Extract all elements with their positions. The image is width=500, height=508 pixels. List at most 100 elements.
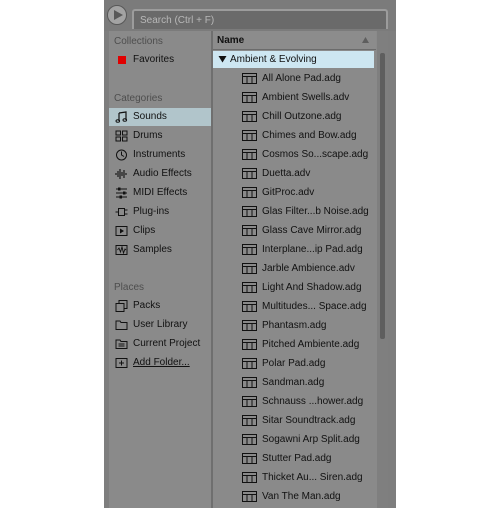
file-row[interactable]: Duetta.adv <box>213 164 376 183</box>
file-label: Chimes and Bow.adg <box>262 130 357 141</box>
sidebar-item-clips[interactable]: Clips <box>109 222 211 240</box>
file-label: Sogawni Arp Split.adg <box>262 434 360 445</box>
music-note-icon <box>115 111 128 123</box>
search-box[interactable] <box>132 9 388 29</box>
file-row[interactable]: Sitar Soundtrack.adg <box>213 411 376 430</box>
file-row[interactable]: Jarble Ambience.adv <box>213 259 376 278</box>
sidebar-item-audio-effects[interactable]: Audio Effects <box>109 165 211 183</box>
clip-icon <box>115 226 128 236</box>
file-label: Cosmos So...scape.adg <box>262 149 369 160</box>
folder-label: Ambient & Evolving <box>230 54 317 65</box>
sidebar-item-label: Samples <box>133 244 172 255</box>
file-row[interactable]: Pitched Ambiente.adg <box>213 335 376 354</box>
file-label: Light And Shadow.adg <box>262 282 362 293</box>
file-row[interactable]: Ambient Swells.adv <box>213 88 376 107</box>
sidebar-item-current-project[interactable]: Current Project <box>109 335 211 353</box>
sidebar-item-sounds[interactable]: Sounds <box>109 108 211 126</box>
sidebar-item-label: User Library <box>133 319 188 330</box>
file-row[interactable]: All Alone Pad.adg <box>213 69 376 88</box>
sidebar-item-label: MIDI Effects <box>133 187 188 198</box>
sidebar-item-label: Add Folder... <box>133 357 190 368</box>
file-label: Chill Outzone.adg <box>262 111 342 122</box>
collections-heading: Collections <box>114 36 163 47</box>
places-heading: Places <box>114 282 145 293</box>
sidebar-item-drums[interactable]: Drums <box>109 127 211 145</box>
file-row[interactable]: Van The Man.adg <box>213 487 376 506</box>
sidebar-item-packs[interactable]: Packs <box>109 297 211 315</box>
sidebar-item-add-folder[interactable]: Add Folder... <box>109 354 211 372</box>
preset-file-icon <box>242 111 257 122</box>
folder-icon <box>115 320 128 330</box>
favorites-color-tag-icon <box>118 56 126 64</box>
file-label: Van The Man.adg <box>262 491 341 502</box>
preset-file-icon <box>242 225 257 236</box>
column-header-label: Name <box>217 35 245 46</box>
file-row[interactable]: Chill Outzone.adg <box>213 107 376 126</box>
sidebar-item-label: Audio Effects <box>133 168 192 179</box>
preset-file-icon <box>242 92 257 103</box>
file-label: Multitudes... Space.adg <box>262 301 367 312</box>
search-input[interactable] <box>140 13 380 28</box>
sidebar-item-favorites[interactable]: Favorites <box>109 51 211 69</box>
preset-file-icon <box>242 415 257 426</box>
play-icon <box>114 10 123 20</box>
preset-file-icon <box>242 130 257 141</box>
file-row[interactable]: Stutter Pad.adg <box>213 449 376 468</box>
file-label: Sitar Soundtrack.adg <box>262 415 356 426</box>
waveform-icon <box>115 169 127 179</box>
scrollbar-thumb[interactable] <box>380 53 385 339</box>
clock-instrument-icon <box>116 149 127 161</box>
file-label: Duetta.adv <box>262 168 311 179</box>
file-label: All Alone Pad.adg <box>262 73 341 84</box>
file-row[interactable]: Thicket Au... Siren.adg <box>213 468 376 487</box>
preview-play-button[interactable] <box>107 5 127 25</box>
add-folder-icon <box>115 358 128 368</box>
file-label: Glass Cave Mirror.adg <box>262 225 362 236</box>
sidebar-item-instruments[interactable]: Instruments <box>109 146 211 164</box>
preset-file-icon <box>242 244 257 255</box>
project-folder-icon <box>115 339 128 349</box>
sidebar-item-plug-ins[interactable]: Plug-ins <box>109 203 211 221</box>
sidebar-item-user-library[interactable]: User Library <box>109 316 211 334</box>
plug-icon <box>115 208 128 216</box>
file-row[interactable]: Glas Filter...b Noise.adg <box>213 202 376 221</box>
sidebar: Collections Favorites Categories Sounds <box>109 31 211 508</box>
preset-file-icon <box>242 168 257 179</box>
sidebar-item-midi-effects[interactable]: MIDI Effects <box>109 184 211 202</box>
expand-triangle-icon[interactable] <box>218 55 227 63</box>
file-list-pane: Name Ambient & Evolving All Alone Pad.ad… <box>213 31 388 508</box>
sidebar-item-label: Clips <box>133 225 156 236</box>
file-row[interactable]: Multitudes... Space.adg <box>213 297 376 316</box>
file-row[interactable]: Schnauss ...hower.adg <box>213 392 376 411</box>
preset-file-icon <box>242 472 257 483</box>
folder-row-ambient-evolving[interactable]: Ambient & Evolving <box>213 51 374 68</box>
file-row[interactable]: Glass Cave Mirror.adg <box>213 221 376 240</box>
file-label: Sandman.adg <box>262 377 325 388</box>
file-label: Schnauss ...hower.adg <box>262 396 364 407</box>
file-label: Thicket Au... Siren.adg <box>262 472 363 483</box>
sidebar-item-label: Instruments <box>133 149 186 160</box>
preset-file-icon <box>242 491 257 502</box>
file-row[interactable]: GitProc.adv <box>213 183 376 202</box>
browser-window: Collections Favorites Categories Sounds <box>104 0 396 508</box>
preset-file-icon <box>242 453 257 464</box>
drum-pads-icon <box>115 130 128 142</box>
sidebar-item-samples[interactable]: Samples <box>109 241 211 259</box>
name-column-header[interactable]: Name <box>213 31 376 50</box>
file-row[interactable]: Sogawni Arp Split.adg <box>213 430 376 449</box>
file-label: Jarble Ambience.adv <box>262 263 355 274</box>
file-row[interactable]: Cosmos So...scape.adg <box>213 145 376 164</box>
file-row[interactable]: Polar Pad.adg <box>213 354 376 373</box>
preset-file-icon <box>242 282 257 293</box>
browser-toolbar <box>104 0 396 31</box>
sidebar-item-label: Drums <box>133 130 163 141</box>
file-label: Stutter Pad.adg <box>262 453 332 464</box>
file-row[interactable]: Light And Shadow.adg <box>213 278 376 297</box>
preset-file-icon <box>242 73 257 84</box>
vertical-scrollbar[interactable] <box>377 31 388 508</box>
file-row[interactable]: Chimes and Bow.adg <box>213 126 376 145</box>
file-row[interactable]: Phantasm.adg <box>213 316 376 335</box>
file-row[interactable]: Interplane...ip Pad.adg <box>213 240 376 259</box>
preset-file-icon <box>242 434 257 445</box>
file-row[interactable]: Sandman.adg <box>213 373 376 392</box>
